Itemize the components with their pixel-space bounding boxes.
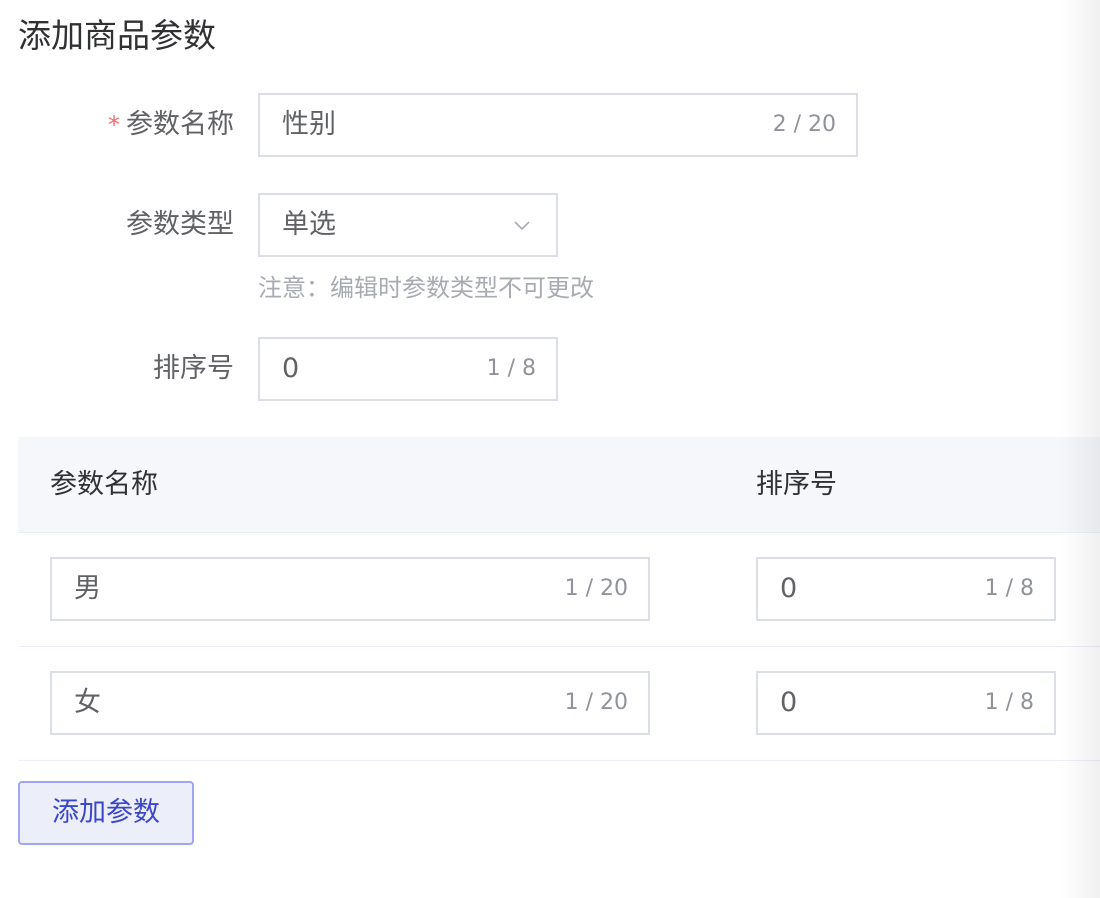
option-sort-char-count: 1 / 8 — [984, 690, 1034, 715]
param-type-hint: 注意：编辑时参数类型不可更改 — [258, 274, 594, 302]
option-sort-input[interactable]: 0 1 / 8 — [756, 671, 1056, 735]
sort-number-char-count: 1 / 8 — [486, 356, 536, 381]
page-title: 添加商品参数 — [18, 16, 216, 55]
param-name-row: * 参数名称 性别 2 / 20 — [0, 93, 1100, 157]
option-name-value: 女 — [74, 687, 101, 718]
sort-number-row: 排序号 0 1 / 8 — [0, 337, 1100, 401]
sort-number-value: 0 — [282, 353, 300, 384]
param-type-label: 参数类型 — [126, 209, 234, 240]
option-sort-value: 0 — [780, 573, 798, 604]
option-sort-value: 0 — [780, 687, 798, 718]
add-product-param-page: 添加商品参数 * 参数名称 性别 2 / 20 参数类型 单选 注意：编辑时参数类… — [0, 0, 1100, 898]
param-name-char-count: 2 / 20 — [772, 112, 836, 137]
param-type-select[interactable]: 单选 — [258, 193, 558, 257]
param-values-table: 参数名称 排序号 男 1 / 20 0 1 / 8 女 1 / 20 0 1 /… — [18, 437, 1100, 761]
param-name-input[interactable]: 性别 2 / 20 — [258, 93, 858, 157]
option-name-input[interactable]: 男 1 / 20 — [50, 557, 650, 621]
option-name-char-count: 1 / 20 — [564, 576, 628, 601]
add-param-button[interactable]: 添加参数 — [18, 781, 194, 845]
sort-number-label: 排序号 — [153, 353, 234, 384]
required-marker: * — [108, 111, 120, 139]
table-row: 男 1 / 20 0 1 / 8 — [18, 533, 1100, 647]
param-name-label: * 参数名称 — [14, 93, 234, 157]
table-header: 参数名称 排序号 — [18, 437, 1100, 533]
sort-number-input[interactable]: 0 1 / 8 — [258, 337, 558, 401]
column-header-param-name: 参数名称 — [50, 469, 158, 500]
table-row: 女 1 / 20 0 1 / 8 — [18, 647, 1100, 761]
option-sort-char-count: 1 / 8 — [984, 576, 1034, 601]
option-name-value: 男 — [74, 573, 101, 604]
option-name-char-count: 1 / 20 — [564, 690, 628, 715]
param-type-value: 单选 — [282, 209, 336, 240]
param-type-row: 参数类型 单选 — [0, 193, 1100, 257]
column-header-sort-number: 排序号 — [756, 469, 837, 500]
option-sort-input[interactable]: 0 1 / 8 — [756, 557, 1056, 621]
param-name-label-text: 参数名称 — [126, 109, 234, 140]
option-name-input[interactable]: 女 1 / 20 — [50, 671, 650, 735]
chevron-down-icon — [514, 221, 530, 231]
param-name-value: 性别 — [282, 109, 336, 140]
